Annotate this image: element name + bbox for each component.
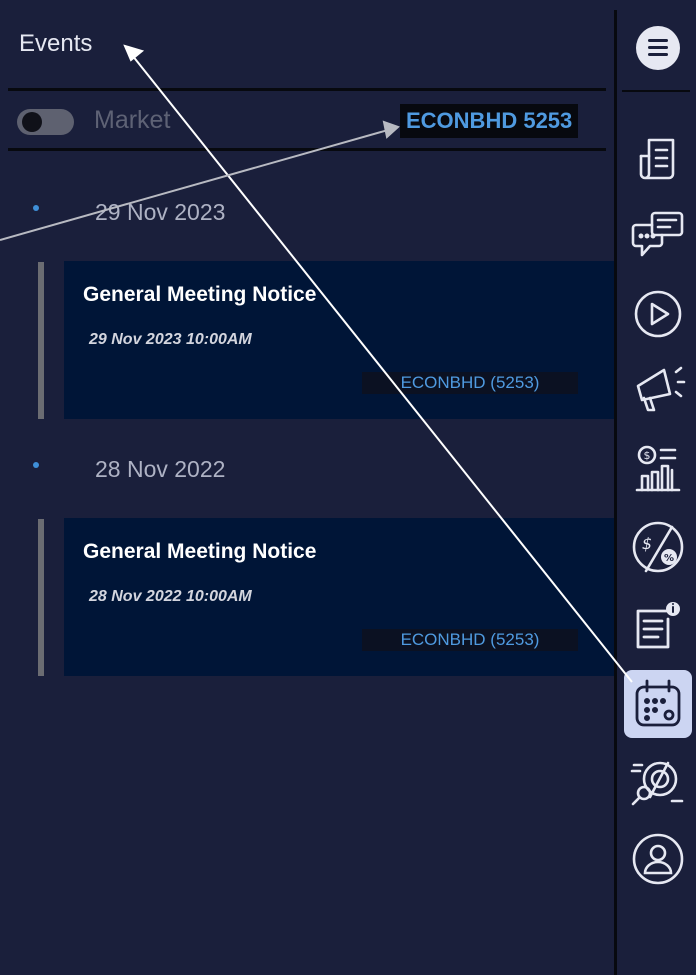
dividend-chart-icon[interactable]: $ (628, 440, 688, 496)
event-title: General Meeting Notice (83, 283, 317, 306)
event-date-header: 29 Nov 2023 (95, 199, 226, 225)
market-toggle[interactable] (17, 109, 74, 135)
price-percent-icon[interactable]: $ % (628, 519, 688, 575)
event-stock-tag[interactable]: ECONBHD (5253) (362, 629, 578, 651)
divider-top (8, 88, 606, 91)
report-info-icon[interactable] (628, 597, 688, 653)
events-panel: Events Market ECONBHD 5253 29 Nov 2023 G… (0, 0, 614, 975)
event-stock-tag[interactable]: ECONBHD (5253) (362, 372, 578, 394)
divider-bottom (8, 148, 606, 151)
megaphone-icon[interactable] (628, 360, 688, 416)
page-title: Events (19, 30, 93, 57)
sidebar-header-divider (622, 90, 690, 92)
profile-icon[interactable] (628, 831, 688, 887)
calendar-icon[interactable] (624, 670, 692, 738)
sidebar-divider (614, 10, 617, 975)
timeline-bar (38, 519, 44, 676)
svg-text:$: $ (644, 449, 651, 462)
timeline-dot (33, 205, 39, 211)
event-card[interactable]: General Meeting Notice 29 Nov 2023 10:00… (64, 261, 614, 419)
timeline-bar (38, 262, 44, 419)
event-datetime: 29 Nov 2023 10:00AM (89, 331, 252, 348)
app-window: Events Market ECONBHD 5253 29 Nov 2023 G… (0, 0, 696, 975)
svg-text:$: $ (642, 534, 652, 553)
event-card[interactable]: General Meeting Notice 28 Nov 2022 10:00… (64, 518, 614, 676)
play-icon[interactable] (628, 286, 688, 342)
market-toggle-label: Market (94, 106, 171, 134)
hamburger-menu-icon[interactable] (636, 26, 680, 70)
toggle-knob (22, 112, 42, 132)
search-analytics-icon[interactable] (628, 753, 688, 809)
stock-filter-badge[interactable]: ECONBHD 5253 (400, 104, 579, 138)
event-datetime: 28 Nov 2022 10:00AM (89, 588, 252, 605)
document-icon[interactable] (628, 130, 688, 186)
chat-bubbles-icon[interactable] (628, 207, 688, 263)
svg-text:%: % (664, 553, 674, 564)
event-title: General Meeting Notice (83, 540, 317, 563)
event-date-header: 28 Nov 2022 (95, 456, 226, 482)
timeline-dot (33, 462, 39, 468)
